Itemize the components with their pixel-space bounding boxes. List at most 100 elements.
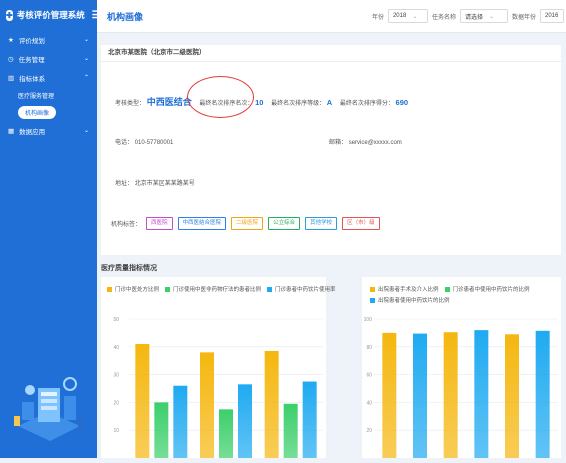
star-icon: ★ <box>8 36 14 44</box>
legend-item[interactable]: 门诊患者中使用中药饮片的比例 <box>444 285 530 293</box>
sidebar-item-label: 数据应用 <box>19 128 46 136</box>
chevron-down-icon: ⌄ <box>489 13 495 20</box>
sidebar-subitem-label: 机构画像 <box>18 106 57 119</box>
grade-label: 最终名次排序等级： <box>271 101 326 107</box>
legend-item[interactable]: 门诊使用中医非药物疗法的患者比例 <box>165 285 261 293</box>
chart-legend: 出院患者手术及介入比例 门诊患者中使用中药饮片的比例 出院患者使用中药饮片的比例 <box>370 285 530 304</box>
filter-label: 数据年份 <box>511 14 536 21</box>
brand: ✚ 考核评价管理系统 ☰ <box>0 0 101 30</box>
y-tick-label: 10 <box>113 428 119 434</box>
tag-badge: 中西医结合医院 <box>177 217 227 230</box>
tag-badge: 公立综合 <box>268 217 301 230</box>
y-tick-label: 20 <box>113 400 119 406</box>
chevron-down-icon: ⌄ <box>412 13 418 20</box>
bar <box>413 333 427 458</box>
chart-icon: ▥ <box>8 74 15 82</box>
legend-item[interactable]: 门诊患者中药饮片使用率 <box>267 285 336 293</box>
sidebar-subitem-medical[interactable]: 医疗服务管理 <box>0 87 97 104</box>
type-value: 中西医结合 <box>146 97 192 107</box>
bar <box>135 344 150 458</box>
legend-label: 出院患者手术及介入比例 <box>378 287 439 293</box>
chart-card-right: 出院患者手术及介入比例 门诊患者中使用中药饮片的比例 出院患者使用中药饮片的比例… <box>362 277 561 458</box>
institution-panel: 北京市某医院（北京市二级医院） 考核类型： 中西医结合 最终名次排序名次： 10… <box>101 45 561 255</box>
data-illustration <box>14 377 82 441</box>
bar <box>200 352 214 458</box>
institution-email: 邮箱： service@xxxxx.com <box>329 137 402 146</box>
data-year-select[interactable]: 2016 <box>540 9 564 23</box>
sidebar-item-indicators[interactable]: ▥ 指标体系 ⌃ <box>0 68 97 87</box>
filter-bar: 年份 2018 ⌄ 任务名称 请选择 ⌄ 数据年份 2016 <box>372 9 566 23</box>
tag-badge: 西医院 <box>146 217 173 230</box>
shield-logo-icon: ✚ <box>6 9 13 21</box>
y-tick-label: 20 <box>366 428 372 434</box>
bar <box>283 403 298 458</box>
bar <box>443 332 458 458</box>
bar <box>219 409 233 458</box>
chart-legend: 门诊中医处方比例 门诊使用中医非药物疗法的患者比例 门诊患者中药饮片使用率 <box>107 285 336 293</box>
phone-value: 010-57780001 <box>134 140 174 146</box>
tag-badge: 其他学校 <box>305 217 338 230</box>
institution-phone: 电话： 010-57780001 <box>115 137 173 146</box>
sidebar-subitem-label: 医疗服务管理 <box>18 94 55 100</box>
year-select[interactable]: 2018 ⌄ <box>387 9 428 23</box>
y-tick-label: 50 <box>113 317 119 323</box>
filter-label: 任务名称 <box>431 14 456 21</box>
bar-chart-left: 10 20 30 40 50 <box>113 317 323 458</box>
sidebar-item-label: 任务管理 <box>18 56 45 64</box>
legend-label: 门诊使用中医非药物疗法的患者比例 <box>173 287 262 293</box>
y-tick-label: 80 <box>366 345 372 351</box>
legend-item[interactable]: 出院患者手术及介入比例 <box>370 285 439 293</box>
legend-item[interactable]: 出院患者使用中药饮片的比例 <box>370 296 530 304</box>
tag-badge: 区（市）级 <box>342 217 380 230</box>
filter-label: 年份 <box>371 14 384 21</box>
sidebar-item-tasks[interactable]: ◷ 任务管理 ⌄ <box>0 49 97 68</box>
bar <box>535 330 550 458</box>
legend-label: 出院患者使用中药饮片的比例 <box>378 298 450 304</box>
sidebar-item-plan[interactable]: ★ 评价规划 ⌄ <box>0 30 97 49</box>
email-value: service@xxxxx.com <box>348 140 402 146</box>
y-tick-label: 60 <box>366 373 372 379</box>
bar <box>302 381 317 458</box>
bar <box>154 402 169 458</box>
type-label: 考核类型： <box>115 101 146 107</box>
grid-icon: ▦ <box>8 127 15 135</box>
clock-icon: ◷ <box>8 55 14 63</box>
legend-item[interactable]: 门诊中医处方比例 <box>107 285 159 293</box>
select-value: 2016 <box>545 13 559 19</box>
address-label: 地址： <box>115 181 134 187</box>
grade-value: A <box>326 98 333 107</box>
sidebar: ✚ 考核评价管理系统 ☰ ★ 评价规划 ⌄ ◷ 任务管理 ⌄ ▥ 指标体系 ⌃ … <box>0 0 101 458</box>
bar-chart-right: 20 40 60 80 100 <box>364 317 558 458</box>
chart-card-left: 门诊中医处方比例 门诊使用中医非药物疗法的患者比例 门诊患者中药饮片使用率 10… <box>101 277 336 458</box>
y-tick-label: 40 <box>113 345 119 351</box>
bar <box>173 385 188 458</box>
sidebar-item-label: 指标体系 <box>19 75 46 83</box>
section-title: 医疗质量指标情况 <box>101 265 157 272</box>
bar <box>264 350 279 458</box>
bar <box>238 384 252 458</box>
legend-label: 门诊患者中药饮片使用率 <box>275 287 336 293</box>
sidebar-item-data[interactable]: ▦ 数据应用 ⌄ <box>0 121 97 140</box>
sidebar-nav: ★ 评价规划 ⌄ ◷ 任务管理 ⌄ ▥ 指标体系 ⌃ 医疗服务管理 机构画像 ▦… <box>0 30 97 140</box>
tag-list: 机构标签： 西医院 中西医结合医院 二级医院 公立综合 其他学校 区（市）级 <box>111 217 380 230</box>
sidebar-subitem-portrait[interactable]: 机构画像 <box>0 104 97 121</box>
app-title: 考核评价管理系统 <box>16 10 85 20</box>
panel-title: 北京市某医院（北京市二级医院） <box>101 45 561 62</box>
chevron-down-icon: ⌄ <box>83 37 89 43</box>
bar <box>382 332 397 458</box>
page-title: 机构画像 <box>107 11 144 22</box>
score-label: 最终名次排序得分： <box>339 101 394 107</box>
bar <box>474 330 489 458</box>
y-tick-label: 40 <box>366 400 372 406</box>
chevron-down-icon: ⌄ <box>83 128 89 134</box>
task-select[interactable]: 请选择 ⌄ <box>459 9 508 23</box>
legend-label: 门诊患者中使用中药饮片的比例 <box>452 287 530 293</box>
score-value: 690 <box>395 98 409 107</box>
institution-type: 考核类型： 中西医结合 最终名次排序名次： 10 最终名次排序等级： A 最终名… <box>115 95 408 108</box>
y-tick-label: 100 <box>364 317 373 323</box>
sidebar-item-label: 评价规划 <box>18 37 45 45</box>
email-label: 邮箱： <box>329 140 348 146</box>
legend-label: 门诊中医处方比例 <box>115 287 160 293</box>
highlight-circle <box>187 76 254 118</box>
chevron-down-icon: ⌄ <box>83 56 89 62</box>
